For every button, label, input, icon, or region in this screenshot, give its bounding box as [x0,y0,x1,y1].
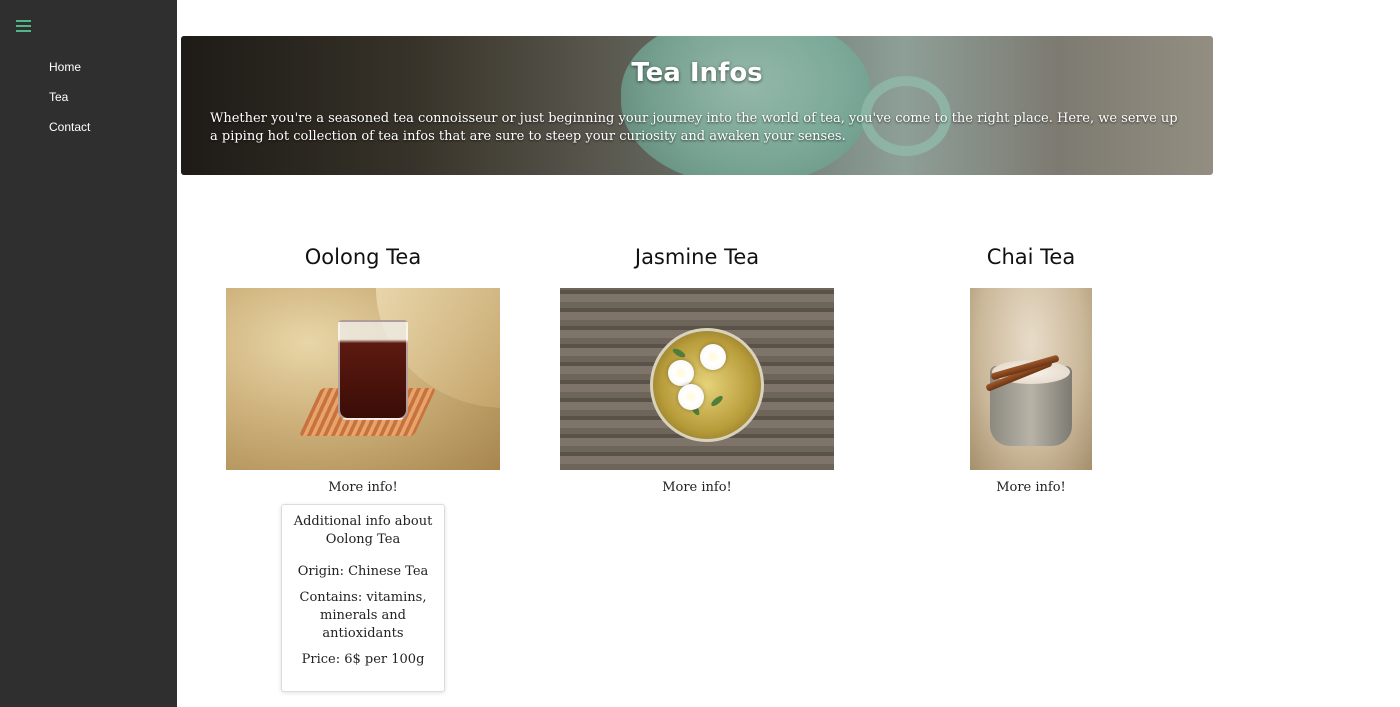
tea-card-title: Oolong Tea [304,245,422,269]
tea-card-jasmine: Jasmine Tea More info! [552,240,842,495]
sidebar-item-tea[interactable]: Tea [49,90,90,120]
chai-tea-image [970,288,1092,470]
tea-card-oolong: Oolong Tea More info! [218,240,508,495]
sidebar-nav: Home Tea Contact [49,60,90,150]
additional-info-card: Additional info about Oolong Tea Origin:… [281,504,445,692]
page-title: Tea Infos [631,58,763,88]
sidebar-item-contact[interactable]: Contact [49,120,90,150]
tea-card-title: Chai Tea [986,245,1076,269]
info-origin: Origin: Chinese Tea [297,564,429,579]
info-title: Additional info about Oolong Tea [293,514,433,547]
more-info-link[interactable]: More info! [552,480,842,495]
sidebar-item-home[interactable]: Home [49,60,90,90]
hamburger-icon[interactable] [16,19,31,34]
tea-card-title: Jasmine Tea [634,245,760,269]
info-contains: Contains: vitamins, minerals and antioxi… [299,590,427,641]
jasmine-tea-image [560,288,834,470]
tea-card-chai: Chai Tea More info! [886,240,1176,495]
info-price: Price: 6$ per 100g [301,652,425,667]
more-info-link[interactable]: More info! [886,480,1176,495]
more-info-link[interactable]: More info! [218,480,508,495]
sidebar: Home Tea Contact [0,0,177,707]
oolong-tea-image [226,288,500,470]
hero-banner: Tea Infos Whether you're a seasoned tea … [181,36,1213,175]
hero-description: Whether you're a seasoned tea connoisseu… [210,111,1178,144]
